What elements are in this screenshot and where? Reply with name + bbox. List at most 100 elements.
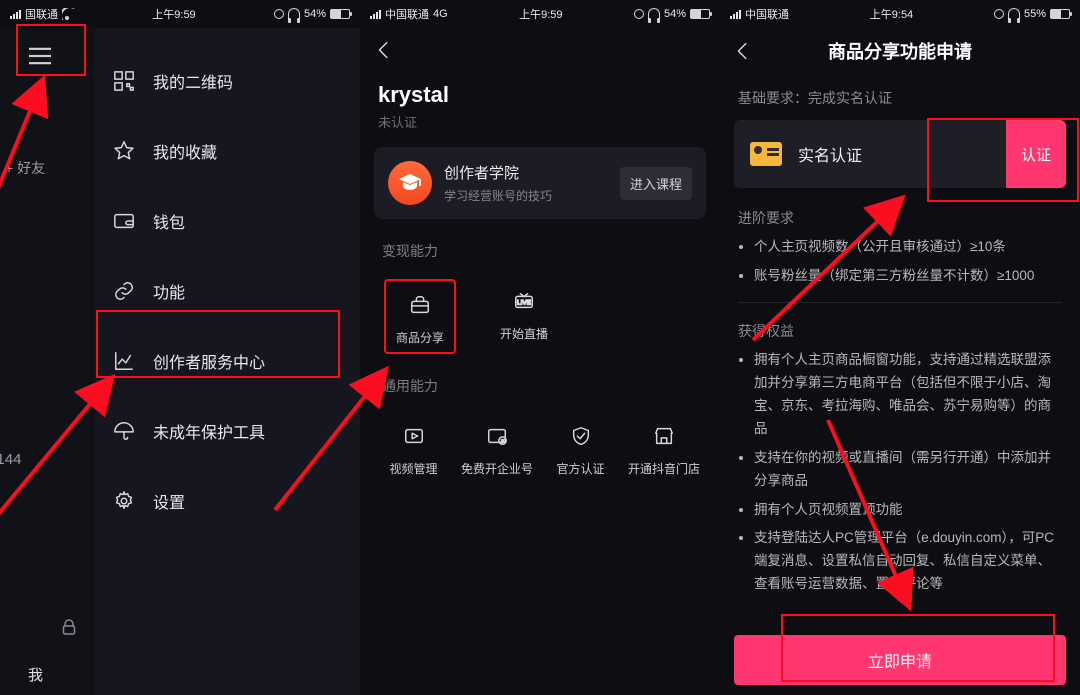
headphones-icon xyxy=(288,8,300,20)
link-icon xyxy=(113,280,135,302)
advanced-requirements-title: 进阶要求 xyxy=(720,188,1080,236)
video-icon xyxy=(398,420,430,452)
side-menu: 我的二维码 我的收藏 钱包 功能 xyxy=(95,28,360,695)
menu-item-settings[interactable]: 设置 xyxy=(95,466,360,536)
chevron-left-icon xyxy=(373,39,395,61)
benefits-list: 拥有个人主页商品橱窗功能，支持通过精选联盟添加并分享第三方电商平台（包括但不限于… xyxy=(720,349,1080,596)
menu-item-features[interactable]: 功能 xyxy=(95,256,360,326)
battery-pct: 54% xyxy=(304,8,326,20)
live-icon: LIVE xyxy=(508,285,540,317)
enter-course-button[interactable]: 进入课程 xyxy=(620,167,692,200)
basic-requirements: 基础要求：完成实名认证 xyxy=(720,74,1080,120)
section-general: 通用能力 xyxy=(360,354,720,406)
umbrella-icon xyxy=(113,420,135,442)
signal-icon xyxy=(370,9,381,19)
status-bar: 中国联通 4G 上午9:59 54% xyxy=(360,0,720,28)
status-time: 上午9:59 xyxy=(152,6,195,22)
battery-icon xyxy=(1050,9,1070,19)
chart-icon xyxy=(113,350,135,372)
tile-enterprise[interactable]: ¥ 免费开企业号 xyxy=(465,414,529,477)
hamburger-icon xyxy=(29,47,51,65)
battery-icon xyxy=(690,9,710,19)
tile-open-store[interactable]: 开通抖音门店 xyxy=(632,414,696,477)
academy-icon xyxy=(388,161,432,205)
real-name-auth-card[interactable]: 实名认证 认证 xyxy=(734,120,1066,188)
tile-label: 官方认证 xyxy=(556,460,604,477)
add-friend-button[interactable]: + 好友 xyxy=(5,158,45,178)
menu-item-creator-service-center[interactable]: 创作者服务中心 xyxy=(95,326,360,396)
qrcode-icon xyxy=(113,70,135,92)
battery-pct: 54% xyxy=(664,8,686,20)
carrier-label: 中国联通 xyxy=(745,6,789,22)
headphones-icon xyxy=(1008,8,1020,20)
status-bar: 国联通 上午9:59 54% xyxy=(0,0,360,28)
sync-icon xyxy=(634,9,644,19)
creator-academy-card[interactable]: 创作者学院 学习经营账号的技巧 进入课程 xyxy=(374,147,706,219)
menu-label: 设置 xyxy=(153,489,185,513)
gear-icon xyxy=(113,490,135,512)
store-icon xyxy=(648,420,680,452)
list-item: 拥有个人页视频置顶功能 xyxy=(754,499,1062,522)
top-bar xyxy=(360,28,720,72)
tile-label: 商品分享 xyxy=(396,329,444,346)
list-item: 账号粉丝量（绑定第三方粉丝量不计数）≥1000 xyxy=(754,265,1062,288)
menu-item-wallet[interactable]: 钱包 xyxy=(95,186,360,256)
battery-icon xyxy=(330,9,350,19)
sync-icon xyxy=(274,9,284,19)
content-underlay: + 好友 尺 1144 我 xyxy=(0,28,95,695)
signal-icon xyxy=(730,9,741,19)
carrier-label: 中国联通 xyxy=(385,6,429,22)
signal-icon xyxy=(10,9,21,19)
tile-product-share[interactable]: 商品分享 xyxy=(384,279,456,354)
menu-label: 未成年保护工具 xyxy=(153,419,265,443)
general-tiles: 视频管理 ¥ 免费开企业号 官方认证 开通抖音门店 xyxy=(360,406,720,477)
back-button[interactable] xyxy=(732,40,754,62)
top-bar: 商品分享功能申请 xyxy=(720,28,1080,74)
back-button[interactable] xyxy=(372,38,396,62)
menu-item-qrcode[interactable]: 我的二维码 xyxy=(95,46,360,116)
auth-button[interactable]: 认证 xyxy=(1006,120,1066,188)
sync-icon xyxy=(994,9,1004,19)
id-card-icon xyxy=(750,142,782,166)
lock-icon xyxy=(62,619,76,640)
phone-2-creator-center: 中国联通 4G 上午9:59 54% krystal 未认证 创作者学院 学习经… xyxy=(360,0,720,695)
tile-official-verify[interactable]: 官方认证 xyxy=(551,414,610,477)
academy-title: 创作者学院 xyxy=(444,162,608,183)
tile-start-live[interactable]: LIVE 开始直播 xyxy=(492,279,556,354)
battery-pct: 55% xyxy=(1024,8,1046,20)
list-item: 支持登陆达人PC管理平台（e.douyin.com），可PC端复消息、设置私信自… xyxy=(754,527,1062,596)
academy-subtitle: 学习经营账号的技巧 xyxy=(444,187,608,204)
star-icon xyxy=(113,140,135,162)
menu-item-favorites[interactable]: 我的收藏 xyxy=(95,116,360,186)
phone-1-sidebar-menu: 国联通 上午9:59 54% + 好友 尺 1144 我 xyxy=(0,0,360,695)
headphones-icon xyxy=(648,8,660,20)
tile-label: 视频管理 xyxy=(389,460,437,477)
username: krystal xyxy=(378,82,702,108)
menu-label: 功能 xyxy=(153,279,185,303)
profile-header: krystal 未认证 xyxy=(360,72,720,131)
tile-video-manage[interactable]: 视频管理 xyxy=(384,414,443,477)
bottom-tab-me[interactable]: 我 xyxy=(28,664,43,685)
status-time: 上午9:54 xyxy=(870,6,913,22)
menu-label: 我的收藏 xyxy=(153,139,217,163)
graduation-cap-icon xyxy=(398,171,422,195)
tile-label: 免费开企业号 xyxy=(461,460,533,477)
menu-label: 我的二维码 xyxy=(153,69,233,93)
menu-label: 钱包 xyxy=(153,209,185,233)
verify-state: 未认证 xyxy=(378,112,702,131)
benefits-title: 获得权益 xyxy=(720,317,1080,349)
tile-label: 开通抖音门店 xyxy=(628,460,700,477)
enterprise-icon: ¥ xyxy=(481,420,513,452)
status-bar: 中国联通 上午9:54 55% xyxy=(720,0,1080,28)
apply-now-button[interactable]: 立即申请 xyxy=(734,635,1066,685)
list-item: 支持在你的视频或直播间（需另行开通）中添加并分享商品 xyxy=(754,447,1062,493)
phone-3-apply-page: 中国联通 上午9:54 55% 商品分享功能申请 基础要求：完成实名认证 实名认… xyxy=(720,0,1080,695)
advanced-requirements-list: 个人主页视频数（公开且审核通过）≥10条 账号粉丝量（绑定第三方粉丝量不计数）≥… xyxy=(720,236,1080,288)
section-monetization: 变现能力 xyxy=(360,219,720,271)
fans-count: 尺 1144 xyxy=(0,448,21,469)
carrier-label: 国联通 xyxy=(25,6,58,22)
menu-item-minor-protection[interactable]: 未成年保护工具 xyxy=(95,396,360,466)
network-label: 4G xyxy=(433,8,448,20)
monetization-tiles: 商品分享 LIVE 开始直播 xyxy=(360,271,720,354)
hamburger-button[interactable] xyxy=(10,34,70,78)
